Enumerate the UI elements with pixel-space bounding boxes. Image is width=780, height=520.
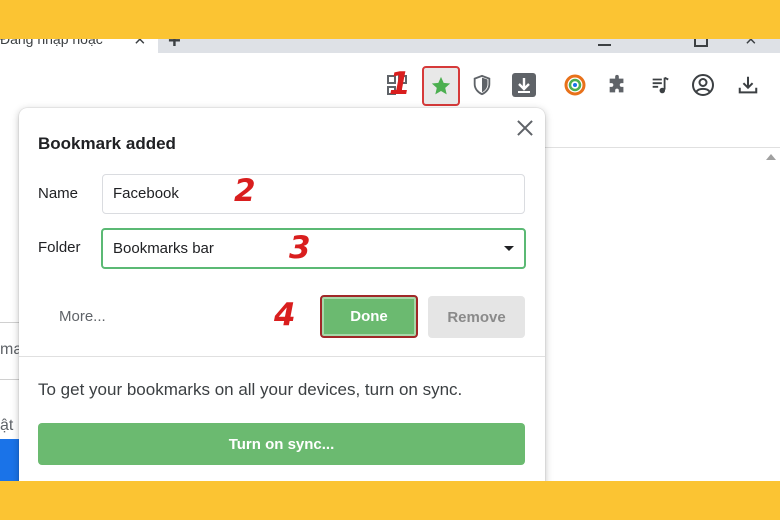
folder-label: Folder [38, 239, 81, 256]
callout-number: 3 [289, 230, 311, 266]
dialog-divider [19, 356, 545, 357]
name-field[interactable]: Facebook [102, 174, 525, 214]
puzzle-icon[interactable] [603, 71, 631, 99]
folder-select-value: Bookmarks bar [113, 240, 214, 257]
page-text-fragment: ma [0, 341, 19, 358]
restore-icon[interactable] [694, 39, 708, 51]
callout-number: 2 [234, 173, 256, 209]
browser-window: Đăng nhập hoặc × + × ma ật Bookmark adde… [0, 39, 780, 481]
page-divider [0, 379, 19, 380]
extension-circle-icon[interactable] [561, 71, 589, 99]
star-icon [430, 75, 452, 102]
page-divider [0, 322, 19, 323]
tab-strip: Đăng nhập hoặc × + × [0, 39, 780, 53]
shield-icon[interactable] [468, 71, 496, 99]
plus-icon[interactable]: + [168, 39, 181, 52]
download-arrow-icon[interactable] [510, 71, 538, 99]
close-icon[interactable]: × [134, 39, 146, 50]
music-list-icon[interactable] [646, 71, 674, 99]
remove-button[interactable]: Remove [428, 296, 525, 338]
tab-active[interactable]: Đăng nhập hoặc × [0, 39, 158, 53]
sync-message: To get your bookmarks on all your device… [38, 380, 463, 399]
folder-select[interactable]: Bookmarks bar [101, 228, 526, 269]
callout-number: 4 [274, 297, 296, 333]
page-text-fragment: ật [0, 417, 14, 434]
page-divider [545, 147, 780, 148]
scroll-up-icon[interactable] [766, 154, 776, 160]
dialog-title: Bookmark added [38, 134, 176, 153]
page-blue-element [0, 439, 19, 481]
account-icon[interactable] [689, 71, 717, 99]
callout-number: 1 [389, 66, 411, 102]
close-icon[interactable] [514, 118, 536, 140]
done-button[interactable]: Done [320, 295, 418, 338]
minimize-icon[interactable] [598, 39, 612, 51]
tab-title: Đăng nhập hoặc [0, 39, 103, 47]
download-icon[interactable] [734, 71, 762, 99]
more-button[interactable]: More... [59, 308, 106, 325]
turn-on-sync-button[interactable]: Turn on sync... [38, 423, 525, 465]
chevron-down-icon [504, 246, 514, 251]
window-close-icon[interactable]: × [745, 39, 761, 50]
name-label: Name [38, 185, 79, 202]
bookmark-star-button[interactable] [422, 66, 460, 106]
bookmark-dialog: Bookmark added Name Facebook Folder Book… [19, 108, 545, 481]
